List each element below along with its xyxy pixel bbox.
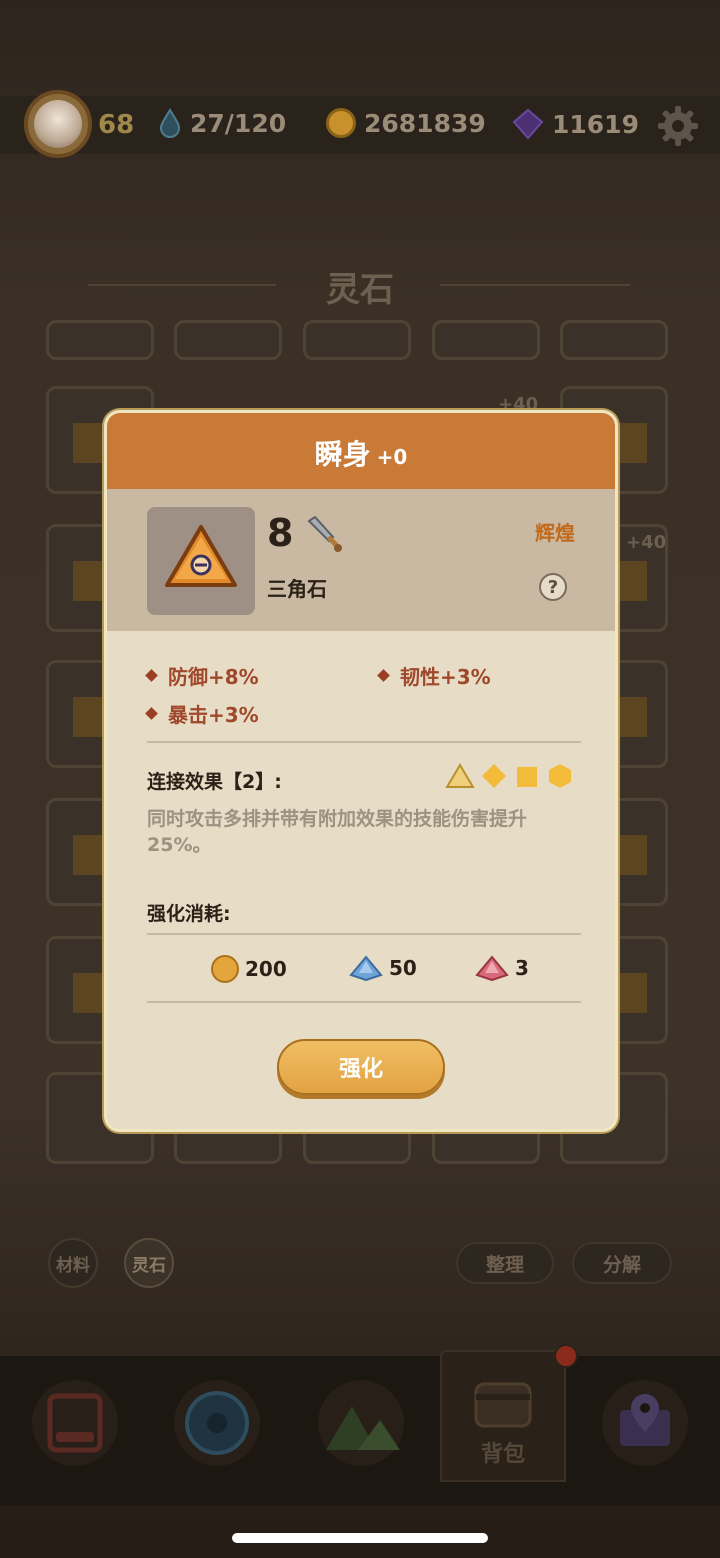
diamond-bullet-icon (377, 669, 390, 682)
enhance-badge: +40 (626, 532, 667, 553)
stone-type: 三角石 (267, 577, 327, 601)
coin-value: 2681839 (364, 108, 486, 138)
divider (147, 1001, 581, 1003)
square-shape-icon (517, 767, 537, 787)
gem-display[interactable]: 11619 (512, 108, 639, 140)
enhance-button[interactable]: 强化 (277, 1039, 445, 1095)
hexagon-shape-icon (549, 764, 571, 788)
avatar[interactable] (24, 90, 92, 158)
diamond-shape-icon (482, 764, 506, 788)
stone-preview (147, 507, 255, 615)
mountain-icon (326, 1406, 400, 1450)
coin-icon (326, 108, 356, 138)
inventory-slot[interactable] (46, 320, 154, 360)
cost-blue-crystal: 50 (349, 955, 417, 981)
coin-icon (211, 955, 239, 983)
vortex-icon (185, 1391, 249, 1455)
help-icon[interactable]: ? (539, 573, 567, 601)
nav-adventure[interactable] (318, 1380, 404, 1466)
nav-map[interactable] (602, 1380, 688, 1466)
nav-skill[interactable] (174, 1380, 260, 1466)
red-crystal-icon (475, 955, 509, 981)
cost-coins: 200 (211, 955, 287, 983)
gear-icon[interactable] (656, 104, 700, 148)
notification-dot (554, 1344, 578, 1368)
page-title: 灵石 (326, 270, 394, 310)
tab-material[interactable]: 材料 (48, 1238, 98, 1288)
nav-home[interactable] (32, 1380, 118, 1466)
map-pin-icon (620, 1394, 670, 1446)
screen-icon (47, 1393, 103, 1453)
divider (147, 741, 581, 743)
stat-toughness: 韧性+3% (377, 661, 491, 690)
link-effect-label: 连接效果【2】: (147, 771, 282, 793)
decompose-button[interactable]: 分解 (572, 1242, 672, 1284)
stone-title: 瞬身 (314, 438, 371, 471)
dialog-title: 瞬身 +0 (107, 433, 615, 473)
enhance-cost-label: 强化消耗: (147, 903, 231, 925)
cost-red-crystal: 3 (475, 955, 529, 981)
gem-icon (512, 108, 544, 140)
triangle-stone-icon (165, 525, 237, 587)
home-indicator (232, 1533, 488, 1543)
rarity-label: 辉煌 (535, 521, 575, 545)
stone-detail-dialog: 瞬身 +0 8 三角石 辉煌 ? 防御+8% 韧性+3% 暴击+3% 连接效果【2… (104, 410, 618, 1132)
player-level: 68 (98, 110, 135, 140)
blue-crystal-icon (349, 955, 383, 981)
sword-icon (307, 515, 342, 552)
drop-icon (159, 108, 181, 138)
divider (147, 933, 581, 935)
stat-defense: 防御+8% (145, 661, 259, 690)
link-effect-description: 同时攻击多排并带有附加效果的技能伤害提升25%。 (147, 808, 528, 856)
avatar-face (34, 100, 82, 148)
sort-button[interactable]: 整理 (456, 1242, 554, 1284)
stamina-display[interactable]: 27/120 (158, 108, 286, 138)
chest-icon (474, 1382, 532, 1428)
inventory-slot[interactable] (174, 320, 282, 360)
triangle-shape-icon (445, 763, 475, 788)
inventory-slot[interactable] (432, 320, 540, 360)
inventory-slot[interactable] (560, 320, 668, 360)
stone-level: 8 (267, 511, 294, 555)
tab-stone[interactable]: 灵石 (124, 1238, 174, 1288)
stat-crit: 暴击+3% (145, 699, 259, 728)
nav-bag-label: 背包 (480, 1442, 525, 1467)
inventory-slot[interactable] (303, 320, 411, 360)
enhance-level: +0 (376, 445, 408, 469)
diamond-bullet-icon (145, 669, 158, 682)
diamond-bullet-icon (145, 707, 158, 720)
gem-value: 11619 (552, 109, 639, 139)
coin-display[interactable]: 2681839 (326, 108, 486, 138)
stamina-value: 27/120 (190, 108, 287, 138)
